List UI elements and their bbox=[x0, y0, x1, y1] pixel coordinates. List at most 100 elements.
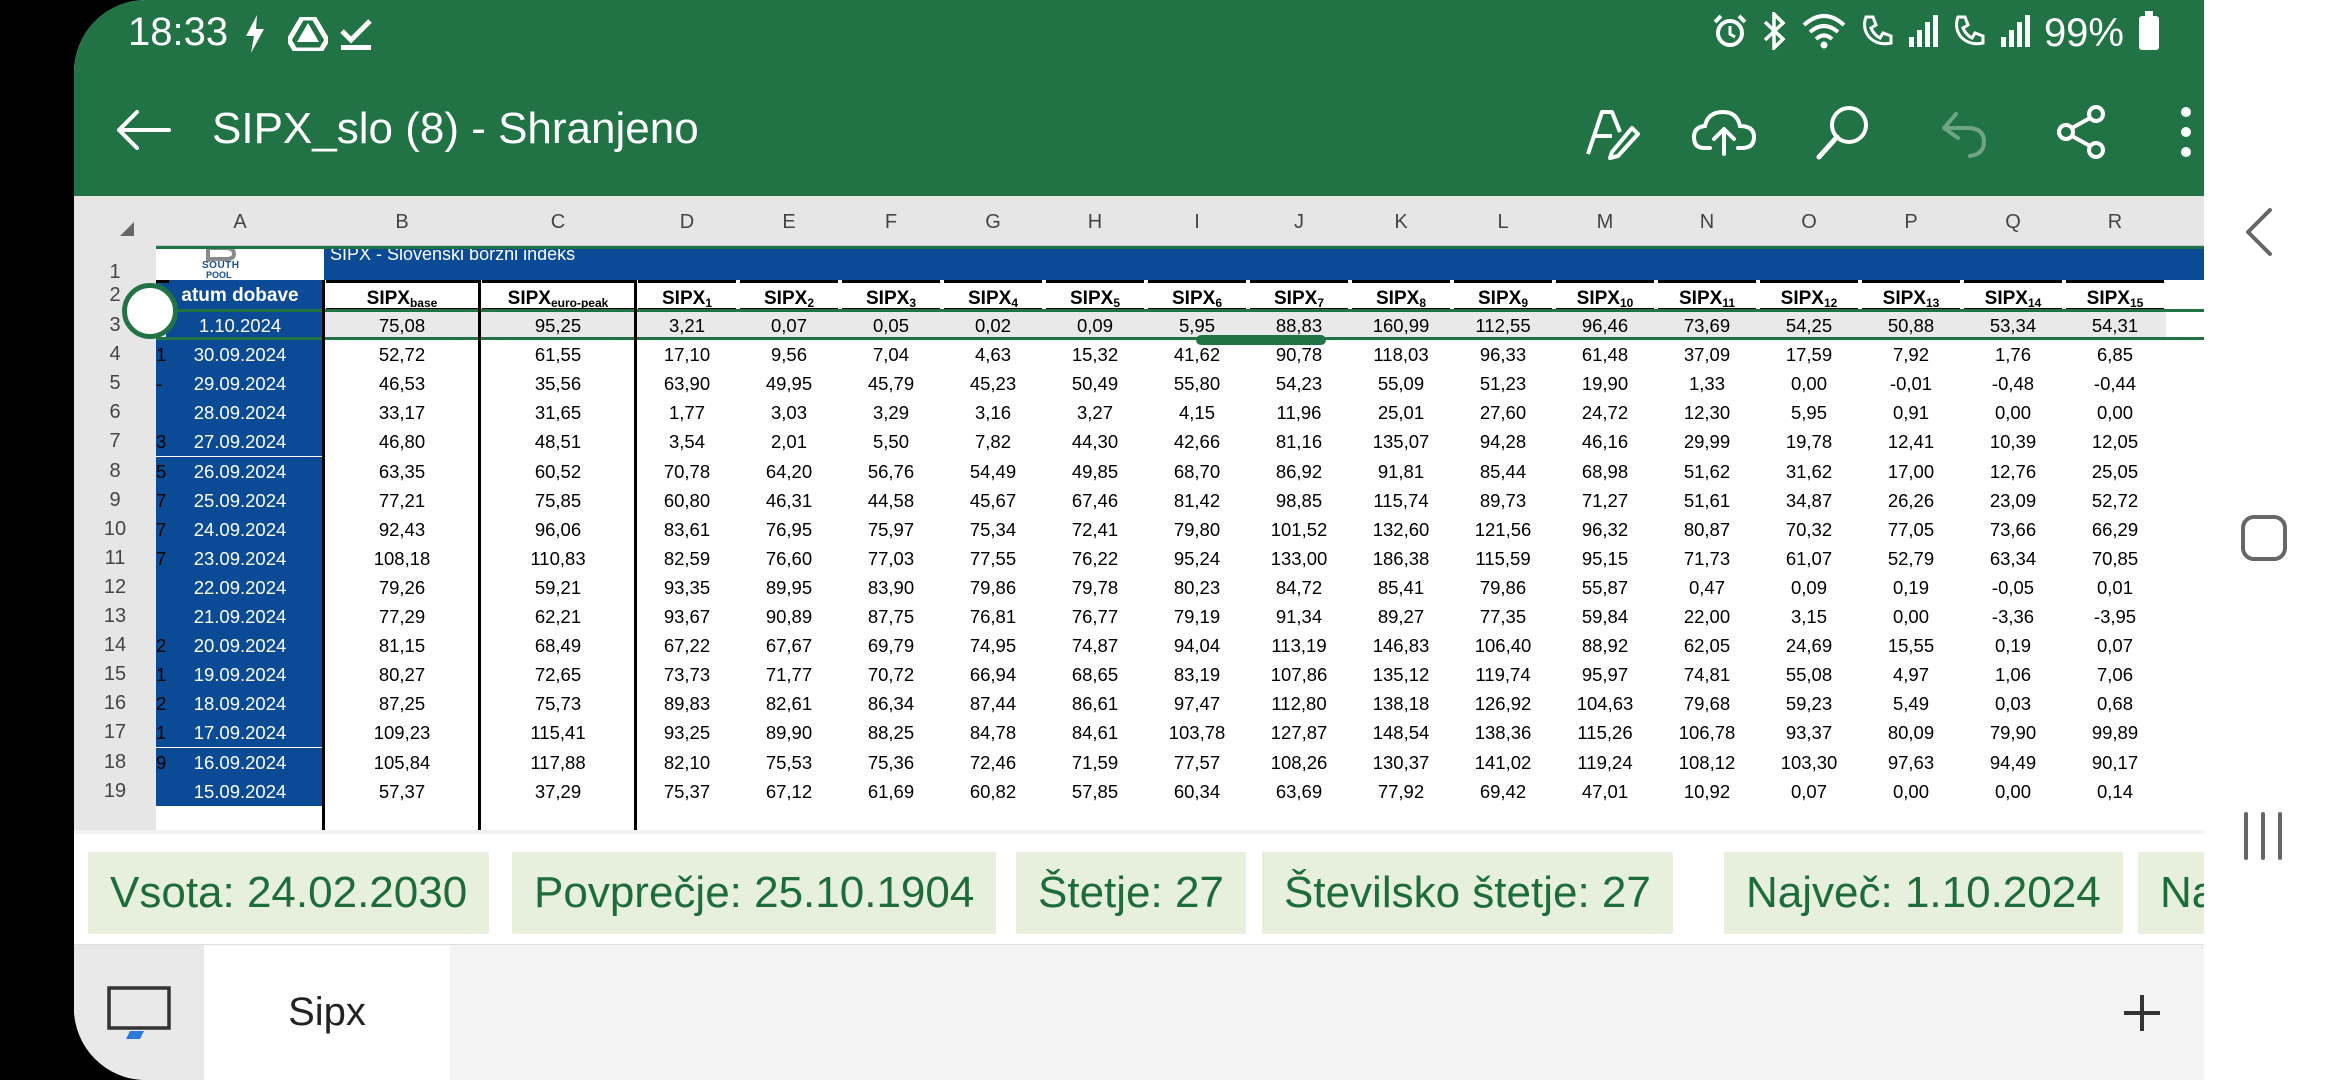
value-cell[interactable]: 68,65 bbox=[1044, 660, 1146, 689]
more-options-button[interactable] bbox=[2168, 96, 2204, 168]
value-cell[interactable]: 24,69 bbox=[1758, 631, 1860, 660]
value-cell[interactable]: 89,95 bbox=[738, 573, 840, 602]
value-cell[interactable]: 60,34 bbox=[1146, 777, 1248, 806]
header-col-14[interactable]: SIPX12 bbox=[1760, 280, 1858, 311]
value-cell[interactable]: 12,30 bbox=[1656, 398, 1758, 427]
value-cell[interactable]: 82,61 bbox=[738, 689, 840, 718]
value-cell[interactable]: 84,78 bbox=[942, 718, 1044, 747]
value-cell[interactable]: 44,30 bbox=[1044, 427, 1146, 456]
column-header-c[interactable]: C bbox=[480, 196, 636, 246]
value-cell[interactable]: 67,12 bbox=[738, 777, 840, 806]
value-cell[interactable]: 2 bbox=[156, 631, 166, 660]
value-cell[interactable]: 107,86 bbox=[1248, 660, 1350, 689]
value-cell[interactable]: 3,54 bbox=[636, 427, 738, 456]
column-header-j[interactable]: J bbox=[1248, 196, 1350, 246]
value-cell[interactable]: 68,70 bbox=[1146, 457, 1248, 486]
value-cell[interactable]: 0,01 bbox=[2064, 573, 2166, 602]
column-header-h[interactable]: H bbox=[1044, 196, 1146, 246]
value-cell[interactable]: 77,92 bbox=[1350, 777, 1452, 806]
value-cell[interactable]: 7 bbox=[156, 515, 166, 544]
value-cell[interactable]: 77,55 bbox=[942, 544, 1044, 573]
value-cell[interactable]: 84,61 bbox=[1044, 718, 1146, 747]
row-header-18[interactable]: 18 bbox=[74, 748, 156, 777]
value-cell[interactable]: 60,82 bbox=[942, 777, 1044, 806]
value-cell[interactable]: 95,24 bbox=[1146, 544, 1248, 573]
date-cell[interactable]: 29.09.2024 bbox=[156, 369, 324, 399]
value-cell[interactable]: 34,87 bbox=[1758, 486, 1860, 515]
value-cell[interactable]: 104,63 bbox=[1554, 689, 1656, 718]
row-header-19[interactable]: 19 bbox=[74, 777, 156, 806]
value-cell[interactable]: 46,53 bbox=[324, 369, 480, 398]
value-cell[interactable]: 86,61 bbox=[1044, 689, 1146, 718]
value-cell[interactable]: 1,77 bbox=[636, 398, 738, 427]
header-col-12[interactable]: SIPX10 bbox=[1556, 280, 1654, 311]
value-cell[interactable]: 0,07 bbox=[1758, 777, 1860, 806]
draw-button[interactable] bbox=[1576, 96, 1648, 168]
value-cell[interactable]: 66,29 bbox=[2064, 515, 2166, 544]
value-cell[interactable]: 5,95 bbox=[1758, 398, 1860, 427]
value-cell[interactable]: 45,23 bbox=[942, 369, 1044, 398]
value-cell[interactable]: 54,49 bbox=[942, 457, 1044, 486]
value-cell[interactable]: 67,67 bbox=[738, 631, 840, 660]
value-cell[interactable]: 79,26 bbox=[324, 573, 480, 602]
value-cell[interactable]: 91,34 bbox=[1248, 602, 1350, 631]
value-cell[interactable]: 0,47 bbox=[1656, 573, 1758, 602]
value-cell[interactable]: 89,90 bbox=[738, 718, 840, 747]
value-cell[interactable]: 79,90 bbox=[1962, 718, 2064, 747]
value-cell[interactable]: 2,01 bbox=[738, 427, 840, 456]
value-cell[interactable]: 11,96 bbox=[1248, 398, 1350, 427]
row-header-11[interactable]: 11 bbox=[74, 544, 156, 573]
value-cell[interactable]: 133,00 bbox=[1248, 544, 1350, 573]
value-cell[interactable]: 132,60 bbox=[1350, 515, 1452, 544]
value-cell[interactable]: 74,95 bbox=[942, 631, 1044, 660]
value-cell[interactable]: 1 bbox=[156, 718, 166, 747]
value-cell[interactable]: 1 bbox=[156, 340, 166, 369]
value-cell[interactable]: 83,61 bbox=[636, 515, 738, 544]
value-cell[interactable]: 12,76 bbox=[1962, 457, 2064, 486]
value-cell[interactable]: 51,62 bbox=[1656, 457, 1758, 486]
value-cell[interactable]: 98,85 bbox=[1248, 486, 1350, 515]
value-cell[interactable]: -3,36 bbox=[1962, 602, 2064, 631]
value-cell[interactable]: 115,74 bbox=[1350, 486, 1452, 515]
row-header-14[interactable]: 14 bbox=[74, 631, 156, 660]
value-cell[interactable]: 57,37 bbox=[324, 777, 480, 806]
value-cell[interactable]: 17,00 bbox=[1860, 457, 1962, 486]
value-cell[interactable]: 0,00 bbox=[2064, 398, 2166, 427]
value-cell[interactable]: 4,15 bbox=[1146, 398, 1248, 427]
value-cell[interactable]: 29,99 bbox=[1656, 427, 1758, 456]
value-cell[interactable]: 5,49 bbox=[1860, 689, 1962, 718]
value-cell[interactable]: 67,22 bbox=[636, 631, 738, 660]
value-cell[interactable]: 93,35 bbox=[636, 573, 738, 602]
value-cell[interactable]: 80,23 bbox=[1146, 573, 1248, 602]
header-col-16[interactable]: SIPX14 bbox=[1964, 280, 2062, 311]
value-cell[interactable]: 5 bbox=[156, 457, 166, 486]
value-cell[interactable]: 79,19 bbox=[1146, 602, 1248, 631]
value-cell[interactable]: 22,00 bbox=[1656, 602, 1758, 631]
value-cell[interactable]: 75,36 bbox=[840, 748, 942, 777]
value-cell[interactable]: 119,74 bbox=[1452, 660, 1554, 689]
value-cell[interactable]: 79,80 bbox=[1146, 515, 1248, 544]
row-header-12[interactable]: 12 bbox=[74, 573, 156, 602]
value-cell[interactable]: 3,15 bbox=[1758, 602, 1860, 631]
column-header-l[interactable]: L bbox=[1452, 196, 1554, 246]
value-cell[interactable]: 62,05 bbox=[1656, 631, 1758, 660]
date-cell[interactable]: 24.09.2024 bbox=[156, 514, 324, 544]
value-cell[interactable]: 1,06 bbox=[1962, 660, 2064, 689]
row-header-9[interactable]: 9 bbox=[74, 486, 156, 515]
value-cell[interactable]: 135,07 bbox=[1350, 427, 1452, 456]
column-header-m[interactable]: M bbox=[1554, 196, 1656, 246]
value-cell[interactable]: 3 bbox=[156, 427, 166, 456]
column-header-q[interactable]: Q bbox=[1962, 196, 2064, 246]
header-col-7[interactable]: SIPX5 bbox=[1046, 280, 1144, 311]
value-cell[interactable]: 7,92 bbox=[1860, 340, 1962, 369]
value-cell[interactable]: 135,12 bbox=[1350, 660, 1452, 689]
value-cell[interactable]: 15,32 bbox=[1044, 340, 1146, 369]
value-cell[interactable]: 77,29 bbox=[324, 602, 480, 631]
value-cell[interactable]: 46,31 bbox=[738, 486, 840, 515]
value-cell[interactable]: 10,39 bbox=[1962, 427, 2064, 456]
value-cell[interactable]: 117,88 bbox=[480, 748, 636, 777]
value-cell[interactable]: 110,83 bbox=[480, 544, 636, 573]
search-button[interactable] bbox=[1808, 96, 1880, 168]
value-cell[interactable]: 7,06 bbox=[2064, 660, 2166, 689]
column-header-e[interactable]: E bbox=[738, 196, 840, 246]
